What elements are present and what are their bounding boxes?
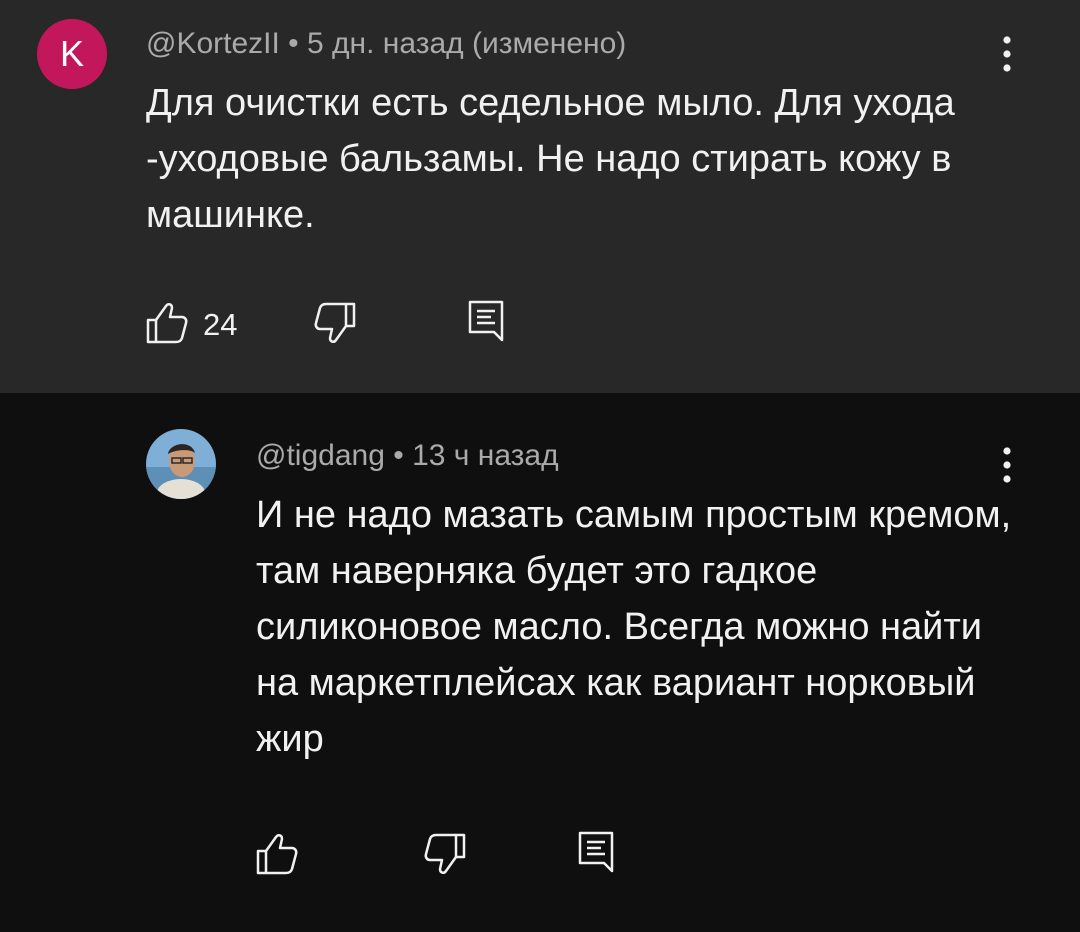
reply-button[interactable]: [466, 298, 508, 348]
dislike-button[interactable]: [312, 300, 358, 350]
comment-time: 5 дн. назад (изменено): [307, 27, 627, 60]
dislike-button[interactable]: [422, 831, 468, 881]
dislike-icon: [424, 833, 466, 874]
author-handle[interactable]: @KortezII: [146, 27, 280, 60]
like-count: 24: [203, 307, 238, 342]
meta-separator: •: [393, 439, 404, 472]
avatar[interactable]: [146, 429, 216, 499]
like-button[interactable]: [254, 831, 300, 881]
comment-meta: @tigdang • 13 ч назад: [256, 439, 559, 473]
dislike-icon: [314, 302, 356, 343]
comment-text: И не надо мазать самым простым кремом, т…: [256, 494, 1012, 760]
reply-icon: [468, 300, 504, 342]
comment-meta: @KortezII • 5 дн. назад (изменено): [146, 27, 626, 61]
comment-text: Для очистки есть седельное мыло. Для ухо…: [146, 82, 955, 236]
like-icon: [256, 834, 298, 875]
like-button[interactable]: [144, 300, 190, 350]
comment-card: K @KortezII • 5 дн. назад (изменено) Для…: [0, 0, 1080, 393]
more-vert-icon[interactable]: [992, 440, 1022, 490]
more-vert-icon[interactable]: [992, 29, 1022, 79]
reply-icon: [578, 831, 614, 873]
like-icon: [146, 303, 188, 344]
author-handle[interactable]: @tigdang: [256, 439, 385, 472]
reply-button[interactable]: [576, 829, 618, 879]
meta-separator: •: [288, 27, 299, 60]
avatar[interactable]: K: [37, 19, 107, 89]
comment-time: 13 ч назад: [412, 439, 559, 472]
reply-card: @tigdang • 13 ч назад И не надо мазать с…: [0, 393, 1080, 932]
